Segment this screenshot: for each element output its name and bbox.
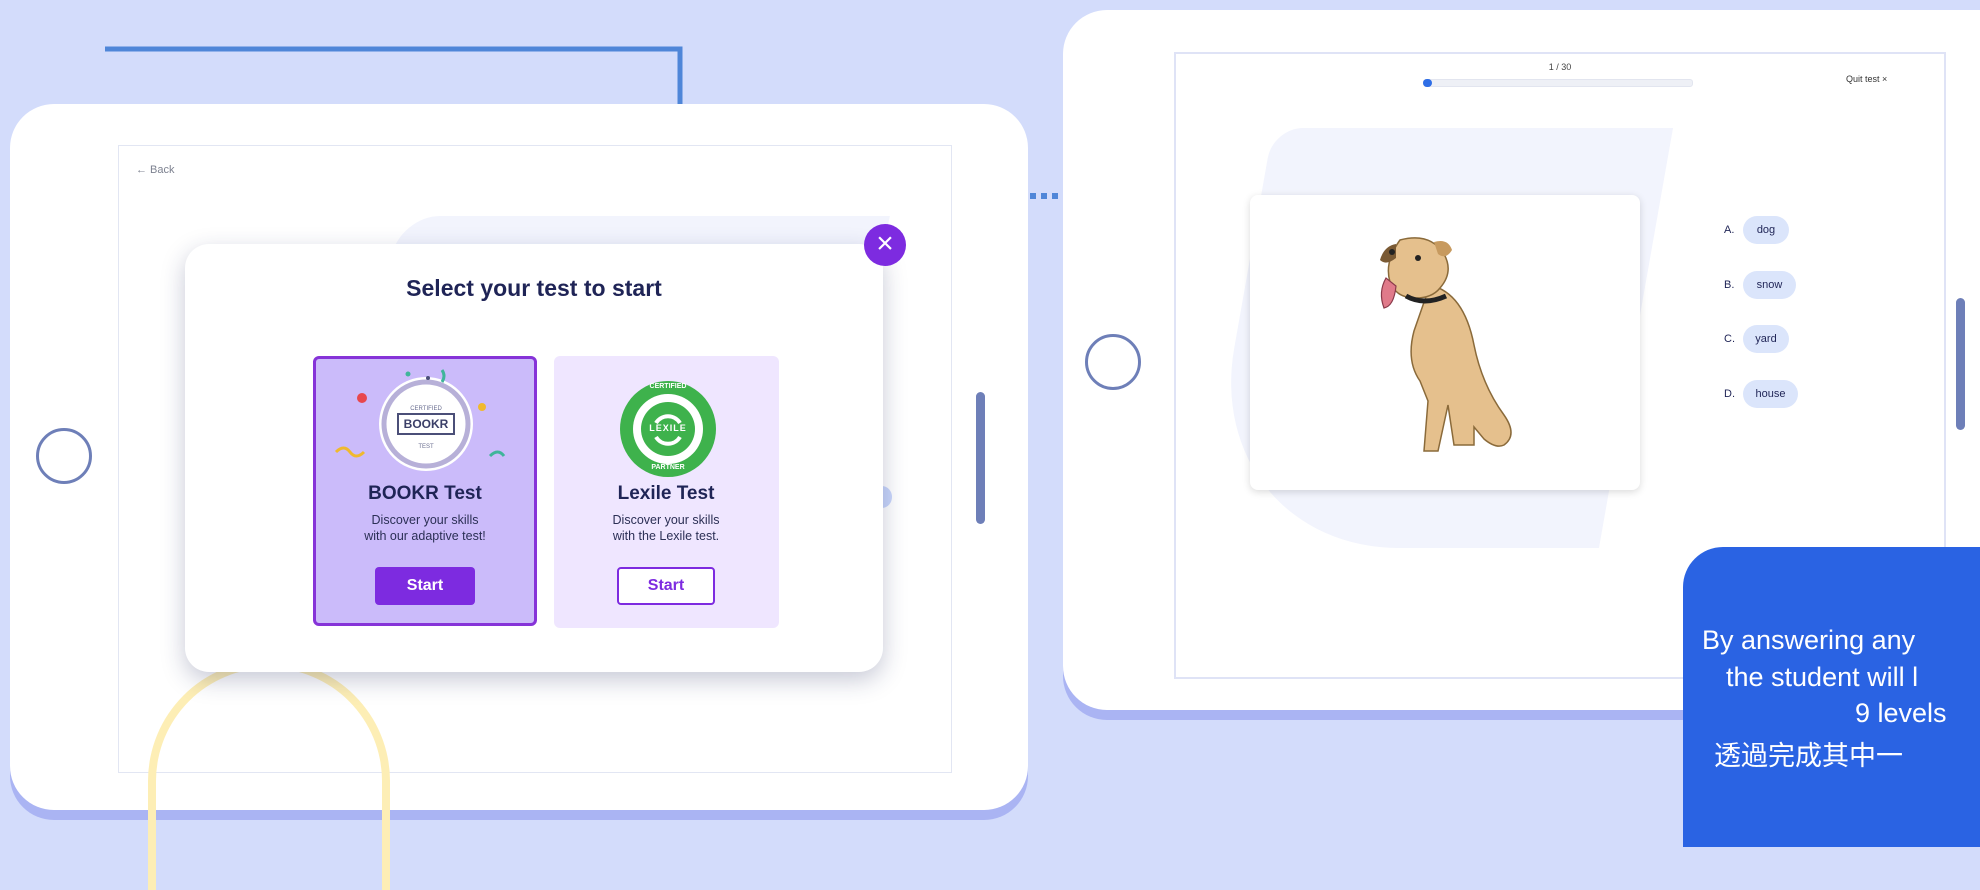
quit-test-button[interactable]: Quit test × (1846, 74, 1887, 84)
answer-d-option[interactable]: house (1743, 380, 1798, 408)
decorative-arch (148, 660, 390, 890)
close-icon[interactable]: × (864, 224, 906, 266)
info-text-line3: 9 levels (1855, 698, 1947, 728)
info-callout-box (1683, 547, 1980, 847)
dog-illustration (1380, 237, 1512, 452)
left-tablet-side-bar (976, 392, 985, 524)
bookr-start-button[interactable]: Start (375, 567, 475, 605)
answer-b-letter: B. (1724, 279, 1735, 291)
bookr-badge-top: CERTIFIED (410, 406, 442, 412)
lexile-badge-center: LEXILE (649, 423, 687, 433)
progress-label: 1 / 30 (1548, 62, 1572, 72)
answer-a-option[interactable]: dog (1743, 216, 1789, 244)
answer-b-option[interactable]: snow (1743, 271, 1796, 299)
bookr-test-desc-line1: Discover your skills (371, 513, 479, 527)
lexile-test-title: Lexile Test (617, 483, 715, 504)
info-text-line2: the student will l (1726, 662, 1919, 692)
info-text-line1: By answering any (1702, 625, 1916, 655)
answer-c-option[interactable]: yard (1743, 325, 1789, 353)
progress-bar-fill (1423, 79, 1432, 87)
back-link[interactable]: ← Back (136, 164, 175, 176)
progress-bar (1423, 79, 1693, 87)
answer-d-letter: D. (1724, 388, 1735, 400)
bookr-test-title: BOOKR Test (368, 483, 482, 504)
lexile-test-desc-line1: Discover your skills (612, 513, 720, 527)
left-tablet-home-button (36, 428, 92, 484)
lexile-test-desc-line2: with the Lexile test. (612, 529, 720, 543)
modal-title: Select your test to start (406, 275, 662, 301)
lexile-badge-top: CERTIFIED (649, 383, 687, 390)
lexile-badge-bottom: PARTNER (651, 464, 685, 471)
bookr-test-desc-line2: with our adaptive test! (364, 529, 486, 543)
answer-a-letter: A. (1724, 224, 1735, 236)
lexile-start-button[interactable]: Start (617, 567, 715, 605)
bookr-badge-center: BOOKR (403, 417, 449, 431)
bookr-badge-bottom: TEST (418, 444, 434, 450)
info-text-line4: 透過完成其中一 (1714, 741, 1903, 771)
right-tablet-side-bar (1956, 298, 1965, 430)
right-tablet-home-button (1085, 334, 1141, 390)
answer-c-letter: C. (1724, 333, 1735, 345)
